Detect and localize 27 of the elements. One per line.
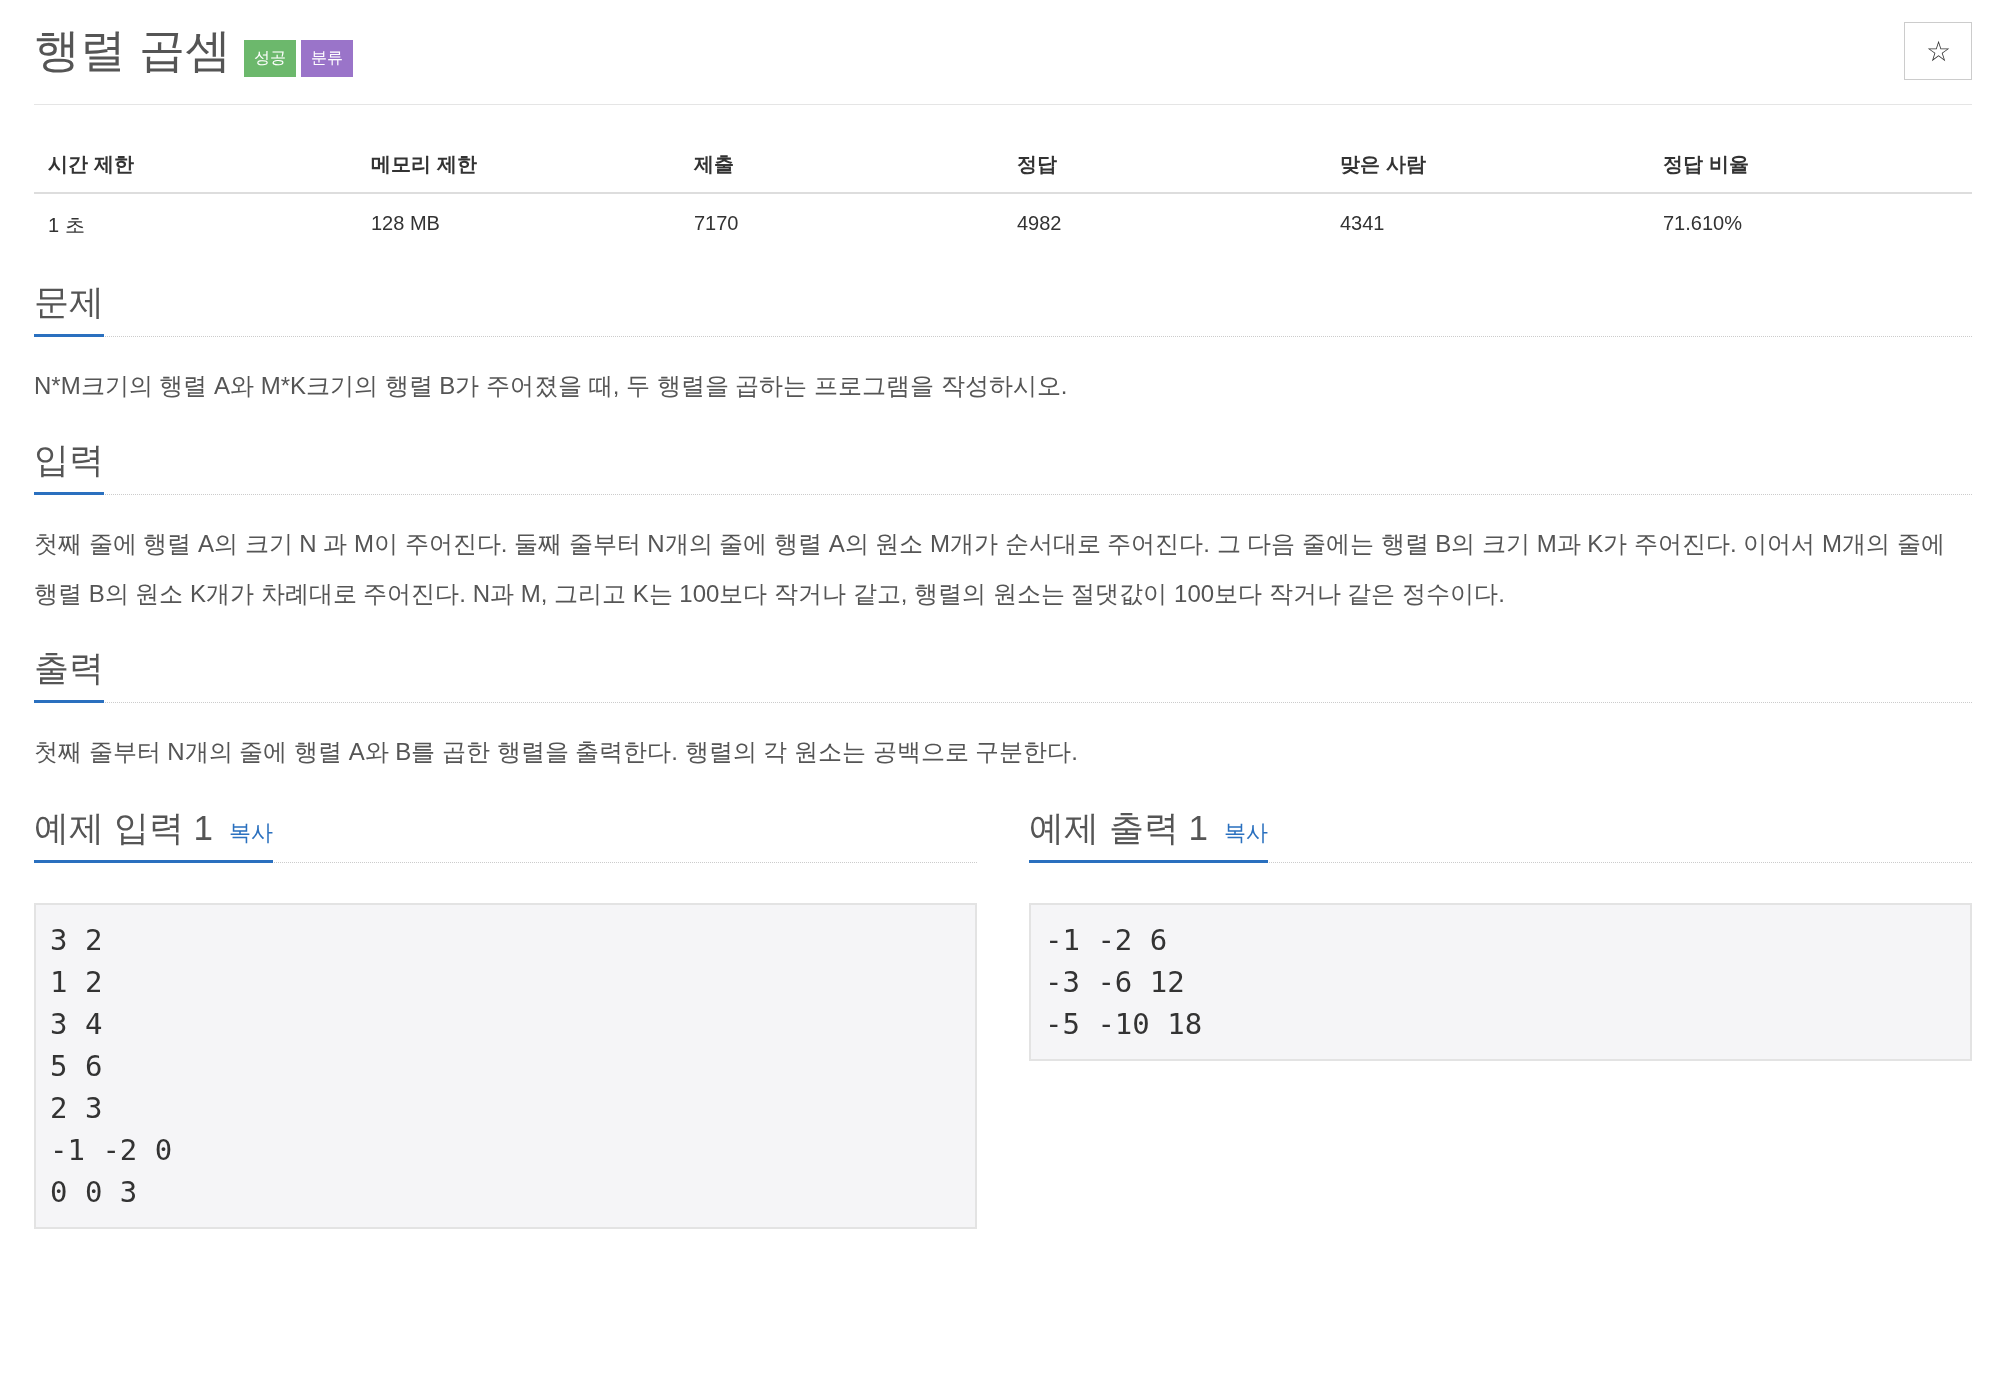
column-header: 메모리 제한 xyxy=(357,135,680,194)
code-block: 3 2 1 2 3 4 5 6 2 3 -1 -2 0 0 0 3 xyxy=(34,903,977,1229)
section-text: 첫째 줄에 행렬 A의 크기 N 과 M이 주어진다. 둘째 줄부터 N개의 줄에 행렬 A의 원소 M개가 순서대로 주어진다. 그 다음 줄에는 행렬 B의 크기 M과 K가 주어진다. 이어서 M개의 줄에 행렬 B의 원소 K개가 차례대로 주어진다. N과 M, 그리고 K는 100보다 작거나 같고, 행렬의 원소는 절댓값이 100보다 작거나 같은 정수이다. xyxy=(34,529,1946,609)
table-cell-text: 7170 xyxy=(693,211,740,236)
problem-title: 행렬 곱셈 xyxy=(34,23,231,78)
tag-badge[interactable]: 분류 xyxy=(300,39,353,77)
table-cell-text: 128 MB xyxy=(370,211,441,236)
copy-link[interactable]: 복사 xyxy=(1223,818,1268,848)
column-header: 맞은 사람 xyxy=(1326,135,1649,194)
section-heading: 출력 xyxy=(34,645,104,703)
table-cell-text: 1 초 xyxy=(47,213,86,238)
table-cell-text: 4341 xyxy=(1339,211,1386,236)
table-cell-text: 71.610% xyxy=(1662,211,1743,236)
table-cell-text: 4982 xyxy=(1016,211,1063,236)
sample-title: 예제 출력 1 xyxy=(1029,807,1208,849)
column-header: 제출 xyxy=(680,135,1003,194)
section-text: 첫째 줄부터 N개의 줄에 행렬 A와 B를 곱한 행렬을 출력한다. 행렬의 각 원소는 공백으로 구분한다. xyxy=(34,737,1080,767)
column-header: 정답 xyxy=(1003,135,1326,194)
code-block: -1 -2 6 -3 -6 12 -5 -10 18 xyxy=(1029,903,1972,1061)
star-button[interactable]: ☆ xyxy=(1904,22,1972,80)
column-header: 시간 제한 xyxy=(34,135,357,194)
copy-link[interactable]: 복사 xyxy=(228,818,273,848)
column-header: 정답 비율 xyxy=(1649,135,1972,194)
sample-title: 예제 입력 1 xyxy=(34,807,213,849)
section-text: N*M크기의 행렬 A와 M*K크기의 행렬 B가 주어졌을 때, 두 행렬을 곱하는 프로그램을 작성하시오. xyxy=(34,371,1069,401)
section-heading: 입력 xyxy=(34,437,104,495)
section-heading: 문제 xyxy=(34,279,104,337)
